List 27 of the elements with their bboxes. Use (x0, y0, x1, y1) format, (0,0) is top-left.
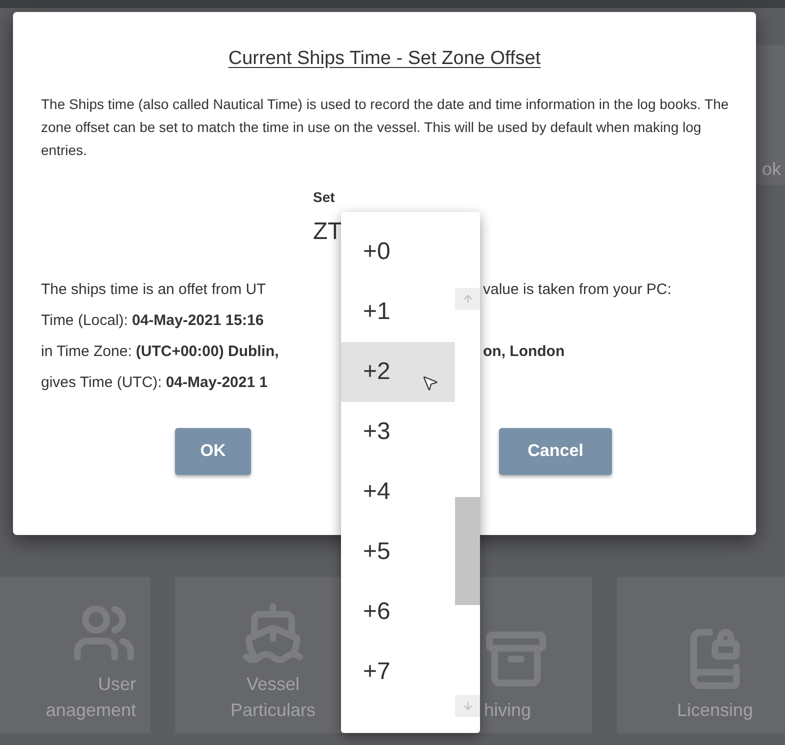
zone-prefix: ZT (313, 216, 344, 246)
info-value: (UTC+00:00) Dublin, (136, 342, 279, 362)
description-text: The Ships time (also called Nautical Time) is used to record the date and time information in the log books. The zone offset can be set to match the time in use on the vessel. This will be used by default when making log entries. (41, 94, 730, 160)
scroll-up-button[interactable] (455, 288, 480, 310)
zone-offset-label: Set (313, 188, 336, 206)
info-label: gives Time (UTC): (41, 372, 162, 393)
tile-label: anagement (46, 699, 136, 722)
cursor-icon (421, 374, 439, 392)
info-text: on, London (483, 342, 565, 362)
info-text: value is taken from your PC: (483, 280, 672, 300)
info-value: 04-May-2021 1 (166, 372, 268, 393)
arrow-down-icon (462, 700, 474, 712)
tile-label: ok (762, 158, 782, 181)
dialog-title: Current Ships Time - Set Zone Offset (228, 47, 541, 71)
tile-label: Particulars (230, 699, 316, 722)
tile-label: User (98, 673, 136, 696)
tile-label: hiving (484, 699, 532, 722)
tile-label: Licensing (676, 699, 754, 722)
info-value: 04-May-2021 15:16 (132, 310, 264, 331)
tile-label: Vessel (246, 673, 300, 696)
info-label: Time (Local): (41, 310, 128, 331)
info-label: The ships time is an offet from UT (41, 280, 266, 300)
arrow-up-icon (462, 293, 474, 305)
scroll-thumb[interactable] (455, 497, 480, 605)
dropdown-option[interactable]: +2 (341, 342, 455, 402)
info-label: in Time Zone: (41, 342, 132, 362)
scroll-down-button[interactable] (455, 695, 480, 717)
